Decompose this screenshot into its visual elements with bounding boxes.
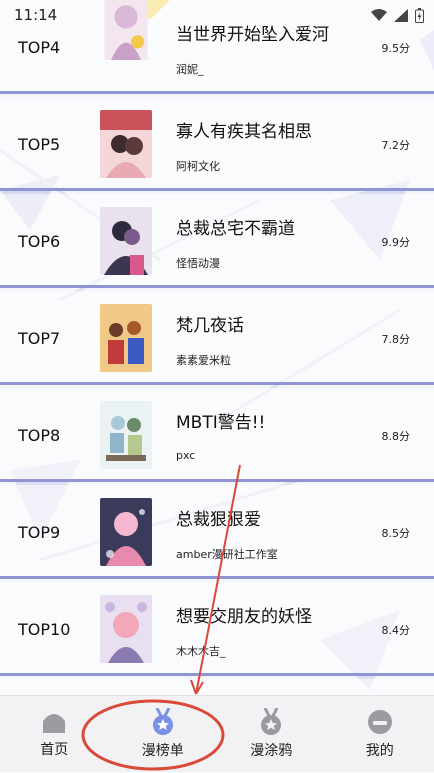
comic-score: 7.8分 <box>382 331 411 347</box>
comic-cover-image[interactable] <box>100 110 152 178</box>
badge-icon <box>257 708 285 736</box>
rank-label: TOP7 <box>18 329 60 348</box>
comic-title: 总裁总宅不霸道 <box>176 214 295 239</box>
comic-score: 7.2分 <box>382 137 411 153</box>
ranking-row[interactable]: TOP8 MBTI警告!! pxc 8.8分 <box>0 388 434 482</box>
tab-ranking[interactable]: 漫榜单 <box>109 696 218 772</box>
comic-score: 9.9分 <box>382 234 411 250</box>
ranking-row[interactable]: TOP6 总裁总宅不霸道 怪悟动漫 9.9分 <box>0 194 434 288</box>
tab-doodle-label: 漫涂鸦 <box>250 740 292 760</box>
comic-cover-image[interactable] <box>100 595 152 663</box>
battery-icon <box>415 8 424 23</box>
ranking-row[interactable]: TOP7 梵几夜话 素素爱米粒 7.8分 <box>0 291 434 385</box>
comic-author: 木木木吉_ <box>176 643 226 659</box>
tab-profile-label: 我的 <box>366 740 394 760</box>
comic-title: MBTI警告!! <box>176 408 265 433</box>
comic-author: pxc <box>176 449 195 462</box>
status-time: 11:14 <box>14 6 57 24</box>
home-icon <box>40 709 68 735</box>
rank-label: TOP4 <box>18 38 60 57</box>
comic-cover-image[interactable] <box>100 207 152 275</box>
rank-label: TOP9 <box>18 523 60 542</box>
tab-doodle[interactable]: 漫涂鸦 <box>217 696 326 772</box>
rank-label: TOP10 <box>18 620 70 639</box>
comic-author: 怪悟动漫 <box>176 255 220 271</box>
comic-score: 8.8分 <box>382 428 411 444</box>
comic-title: 梵几夜话 <box>176 311 244 336</box>
comic-cover-image[interactable] <box>100 304 152 372</box>
ranking-row[interactable]: TOP10 想要交朋友的妖怪 木木木吉_ 8.4分 <box>0 582 434 676</box>
comic-author: 阿柯文化 <box>176 158 220 174</box>
bottom-tab-bar: 首页 漫榜单 漫涂鸦 我的 <box>0 695 434 772</box>
comic-title: 想要交朋友的妖怪 <box>176 602 312 627</box>
comic-title: 寡人有疾其名相思 <box>176 117 312 142</box>
profile-icon <box>366 708 394 736</box>
ranking-row[interactable]: TOP5 寡人有疾其名相思 阿柯文化 7.2分 <box>0 97 434 191</box>
tab-ranking-label: 漫榜单 <box>142 740 184 760</box>
tab-profile[interactable]: 我的 <box>326 696 434 772</box>
comic-cover-image[interactable] <box>100 498 152 566</box>
comic-cover-image[interactable] <box>100 401 152 469</box>
rank-label: TOP6 <box>18 232 60 251</box>
comic-score: 8.5分 <box>382 525 411 541</box>
comic-author: amber漫研社工作室 <box>176 546 278 562</box>
tab-home-label: 首页 <box>40 739 68 759</box>
rank-label: TOP8 <box>18 426 60 445</box>
comic-score: 8.4分 <box>382 622 411 638</box>
comic-score: 9.5分 <box>382 40 411 56</box>
comic-title: 总裁狠狠爱 <box>176 505 261 530</box>
tab-home[interactable]: 首页 <box>0 696 109 772</box>
status-icons <box>371 8 424 23</box>
medal-icon <box>149 708 177 736</box>
status-bar: 11:14 <box>0 0 434 30</box>
wifi-icon <box>371 9 387 22</box>
signal-icon <box>394 9 408 22</box>
comic-author: 素素爱米粒 <box>176 352 231 368</box>
rank-label: TOP5 <box>18 135 60 154</box>
comic-author: 润妮_ <box>176 61 204 77</box>
ranking-row[interactable]: TOP9 总裁狠狠爱 amber漫研社工作室 8.5分 <box>0 485 434 579</box>
